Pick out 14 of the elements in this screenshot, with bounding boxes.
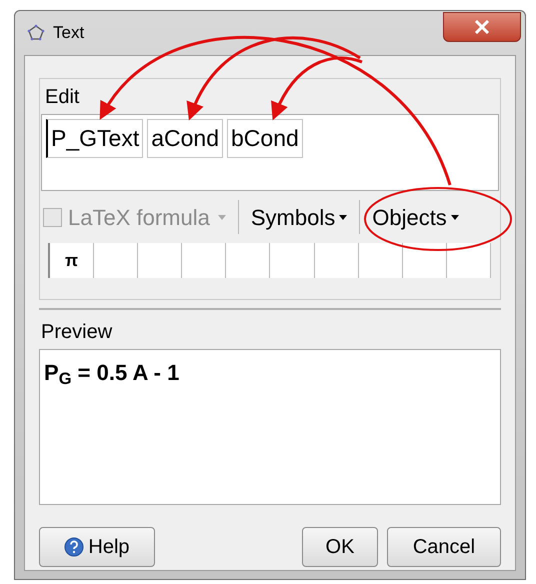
symbol-cell[interactable]: π (50, 243, 94, 278)
ok-button[interactable]: OK (302, 527, 378, 567)
object-chip[interactable]: bCond (227, 119, 303, 158)
object-chip[interactable]: P_GText (46, 119, 144, 158)
window-title: Text (53, 22, 84, 44)
menu-dropdown[interactable]: Symbols (250, 200, 348, 234)
object-chip[interactable]: aCond (147, 119, 223, 158)
edit-field[interactable]: P_GText aCond bCond (41, 114, 499, 191)
menu-dropdown[interactable]: Objects (372, 200, 459, 234)
help-button[interactable]: Help (39, 527, 155, 567)
cancel-button[interactable]: Cancel (387, 527, 501, 567)
preview-formula: P$_{G}$ = 0.5 A - 1 (44, 360, 180, 385)
preview-label: Preview (40, 320, 112, 345)
edit-label: Edit (44, 85, 80, 110)
